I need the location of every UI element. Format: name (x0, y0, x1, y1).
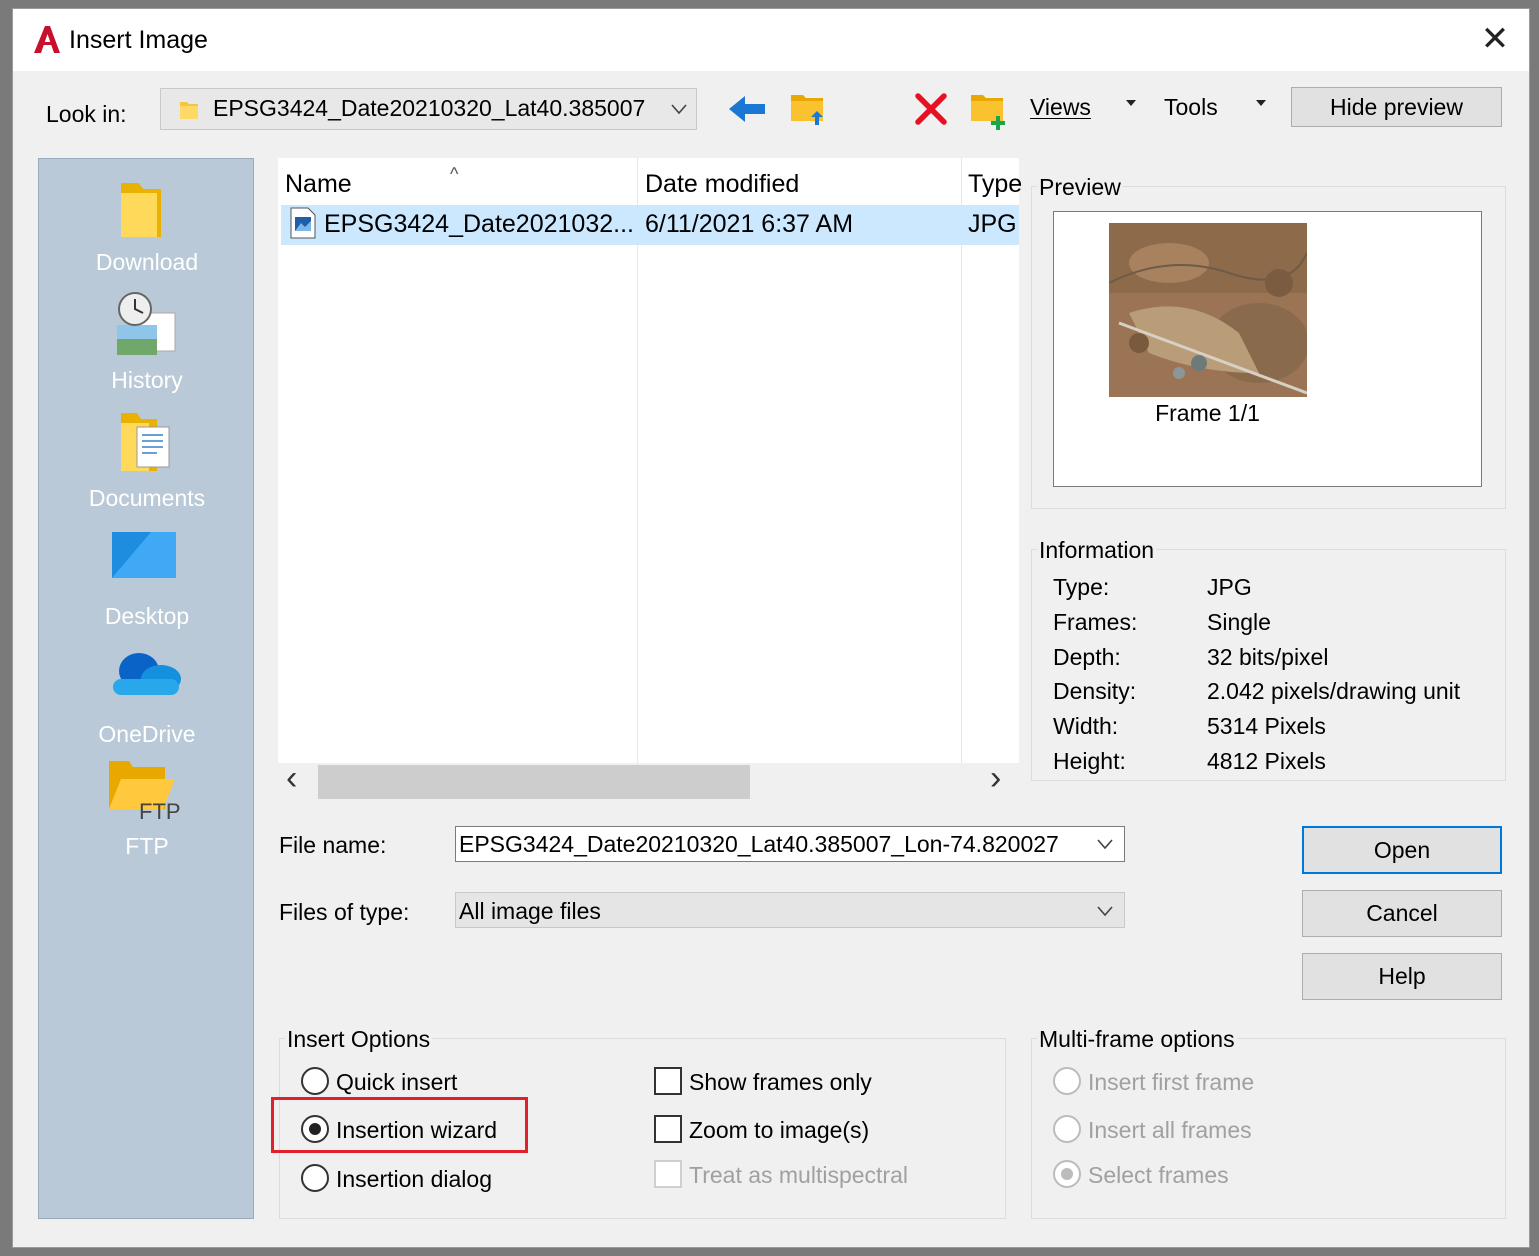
info-label: Depth: (1053, 644, 1121, 670)
image-file-icon (290, 207, 316, 239)
close-button[interactable]: ✕ (1475, 19, 1515, 59)
column-header-name[interactable]: Name (285, 170, 352, 199)
select-frames-radio (1053, 1160, 1081, 1188)
frame-label: Frame 1/1 (1155, 400, 1260, 426)
insert-all-frames-label: Insert all frames (1088, 1117, 1252, 1143)
folder-icon (180, 102, 198, 119)
history-icon (117, 292, 176, 355)
window-title: Insert Image (69, 26, 208, 54)
column-divider[interactable] (637, 158, 638, 763)
places-bar: Download History Documents Desktop OneDr… (38, 158, 254, 1219)
quick-insert-radio[interactable] (301, 1067, 329, 1095)
back-arrow-icon[interactable] (727, 93, 767, 125)
place-ftp[interactable]: FTP FTP (39, 757, 255, 867)
onedrive-icon (113, 653, 181, 695)
column-header-type[interactable]: Type (968, 170, 1022, 199)
up-folder-icon[interactable] (789, 89, 829, 129)
files-of-type-select[interactable]: All image files (455, 892, 1125, 928)
tools-menu[interactable]: Tools (1164, 94, 1218, 121)
file-type-cell: JPG (968, 210, 1017, 238)
file-name-cell: EPSG3424_Date2021032... (324, 210, 634, 238)
documents-icon (121, 413, 170, 471)
cancel-button[interactable]: Cancel (1302, 890, 1502, 937)
autocad-app-icon (34, 26, 60, 53)
chevron-down-icon[interactable] (1097, 838, 1113, 850)
delete-icon[interactable] (913, 91, 949, 127)
column-divider[interactable] (961, 158, 962, 763)
scroll-left-arrow-icon[interactable]: ‹ (286, 759, 297, 798)
insert-all-frames-radio (1053, 1115, 1081, 1143)
info-value: JPG (1207, 574, 1252, 600)
place-label: Download (95, 249, 199, 275)
new-folder-icon[interactable] (969, 89, 1009, 131)
place-history[interactable]: History (39, 291, 255, 401)
insertion-dialog-radio[interactable] (301, 1164, 329, 1192)
preview-title: Preview (1037, 174, 1123, 201)
show-frames-only-checkbox[interactable] (654, 1067, 682, 1095)
treat-as-multispectral-checkbox (654, 1160, 682, 1188)
place-onedrive[interactable]: OneDrive (39, 645, 255, 755)
show-frames-only-label[interactable]: Show frames only (689, 1069, 872, 1096)
multi-frame-options-title: Multi-frame options (1037, 1026, 1237, 1053)
files-of-type-value: All image files (459, 898, 601, 924)
insert-options-title: Insert Options (285, 1026, 433, 1053)
insert-first-frame-label: Insert first frame (1088, 1069, 1255, 1095)
horizontal-scrollbar[interactable]: ‹ › (278, 759, 1019, 801)
help-button[interactable]: Help (1302, 953, 1502, 1000)
aerial-image-thumbnail (1109, 223, 1307, 397)
info-value: Single (1207, 609, 1271, 635)
column-header-date-modified[interactable]: Date modified (645, 170, 799, 199)
place-label: FTP (125, 833, 169, 859)
sort-ascending-icon: ^ (450, 164, 459, 184)
tools-dropdown-arrow-icon[interactable] (1255, 99, 1267, 107)
zoom-to-images-checkbox[interactable] (654, 1115, 682, 1143)
place-label: Desktop (104, 603, 190, 629)
scroll-right-arrow-icon[interactable]: › (990, 759, 1001, 798)
hide-preview-button[interactable]: Hide preview (1291, 87, 1502, 127)
info-value: 32 bits/pixel (1207, 644, 1329, 670)
files-of-type-label: Files of type: (279, 899, 410, 925)
select-frames-label: Select frames (1088, 1162, 1229, 1188)
zoom-to-images-label[interactable]: Zoom to image(s) (689, 1117, 869, 1144)
chevron-down-icon (671, 104, 687, 115)
info-label: Density: (1053, 678, 1137, 704)
views-dropdown-arrow-icon[interactable] (1125, 99, 1137, 107)
chevron-down-icon[interactable] (1097, 905, 1113, 917)
information-title: Information (1037, 537, 1157, 564)
place-label: History (111, 367, 183, 393)
info-label: Width: (1053, 713, 1119, 739)
place-desktop[interactable]: Desktop (39, 527, 255, 637)
look-in-value: EPSG3424_Date20210320_Lat40.385007 (213, 95, 646, 121)
scrollbar-thumb[interactable] (318, 765, 750, 799)
info-value: 2.042 pixels/drawing unit (1207, 678, 1461, 704)
info-label: Type: (1053, 574, 1110, 600)
desktop-icon (112, 532, 176, 578)
insert-image-dialog: Insert Image ✕ Look in: EPSG3424_Date202… (12, 8, 1530, 1248)
look-in-dropdown[interactable]: EPSG3424_Date20210320_Lat40.385007 (160, 88, 697, 130)
info-value: 4812 Pixels (1207, 748, 1326, 774)
file-list[interactable]: Name ^ Date modified Type EPSG3424_Date2… (278, 158, 1022, 763)
place-documents[interactable]: Documents (39, 409, 255, 519)
highlight-annotation-box (271, 1097, 528, 1153)
info-value: 5314 Pixels (1207, 713, 1326, 739)
open-button[interactable]: Open (1302, 826, 1502, 874)
ftp-icon-text: FTP (139, 799, 181, 824)
file-name-label: File name: (279, 832, 387, 858)
file-name-input[interactable]: EPSG3424_Date20210320_Lat40.385007_Lon-7… (455, 826, 1125, 862)
look-in-label: Look in: (46, 101, 127, 127)
treat-as-multispectral-label: Treat as multispectral (689, 1162, 908, 1188)
file-date-cell: 6/11/2021 6:37 AM (645, 210, 854, 238)
insert-first-frame-radio (1053, 1067, 1081, 1095)
quick-insert-label[interactable]: Quick insert (336, 1069, 457, 1096)
place-download[interactable]: Download (39, 173, 255, 283)
place-label: OneDrive (98, 721, 196, 747)
place-label: Documents (88, 485, 206, 511)
preview-pane: Frame 1/1 (1053, 211, 1482, 487)
insertion-dialog-label[interactable]: Insertion dialog (336, 1166, 492, 1193)
folder-icon (121, 183, 161, 237)
views-menu[interactable]: Views (1030, 94, 1091, 121)
info-label: Frames: (1053, 609, 1138, 635)
title-bar: Insert Image ✕ (13, 9, 1529, 71)
info-label: Height: (1053, 748, 1126, 774)
